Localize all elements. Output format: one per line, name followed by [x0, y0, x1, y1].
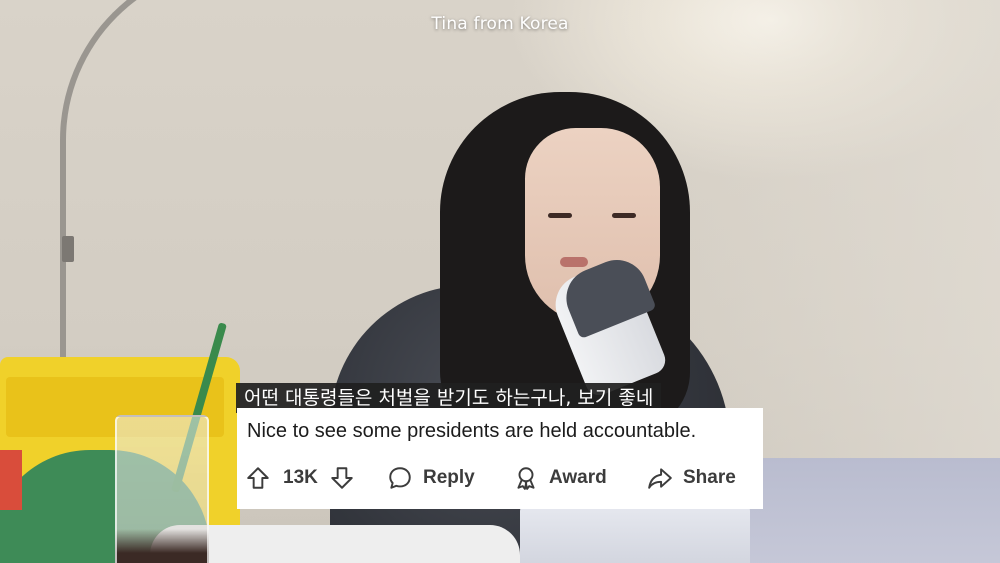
- comment-card: Nice to see some presidents are held acc…: [237, 408, 763, 509]
- reply-button[interactable]: Reply: [387, 462, 475, 494]
- share-button[interactable]: Share: [647, 462, 736, 494]
- person-eye: [612, 213, 636, 218]
- vote-score: 13K: [283, 467, 318, 488]
- red-object: [0, 450, 22, 510]
- award-label: Award: [549, 467, 607, 488]
- glass: [115, 415, 209, 563]
- comment-text: Nice to see some presidents are held acc…: [247, 420, 697, 442]
- speech-bubble-icon: [389, 467, 411, 489]
- reply-label: Reply: [423, 467, 475, 488]
- floor-lamp: [60, 0, 296, 396]
- comment-actions: 13K Reply Award Share: [237, 462, 763, 494]
- award-button[interactable]: Award: [513, 462, 607, 494]
- ribbon-award-icon: [517, 467, 535, 490]
- person-mouth: [560, 257, 588, 267]
- laptop: [520, 505, 750, 563]
- channel-title: Tina from Korea: [431, 14, 569, 34]
- share-label: Share: [683, 467, 736, 488]
- arrow-down-outline-icon: [331, 467, 353, 489]
- upvote-button[interactable]: [245, 462, 271, 494]
- share-arrow-icon: [648, 468, 672, 489]
- person-eye: [548, 213, 572, 218]
- downvote-button[interactable]: [329, 462, 355, 494]
- lamp-joint: [62, 236, 74, 262]
- arrow-up-outline-icon: [247, 467, 269, 489]
